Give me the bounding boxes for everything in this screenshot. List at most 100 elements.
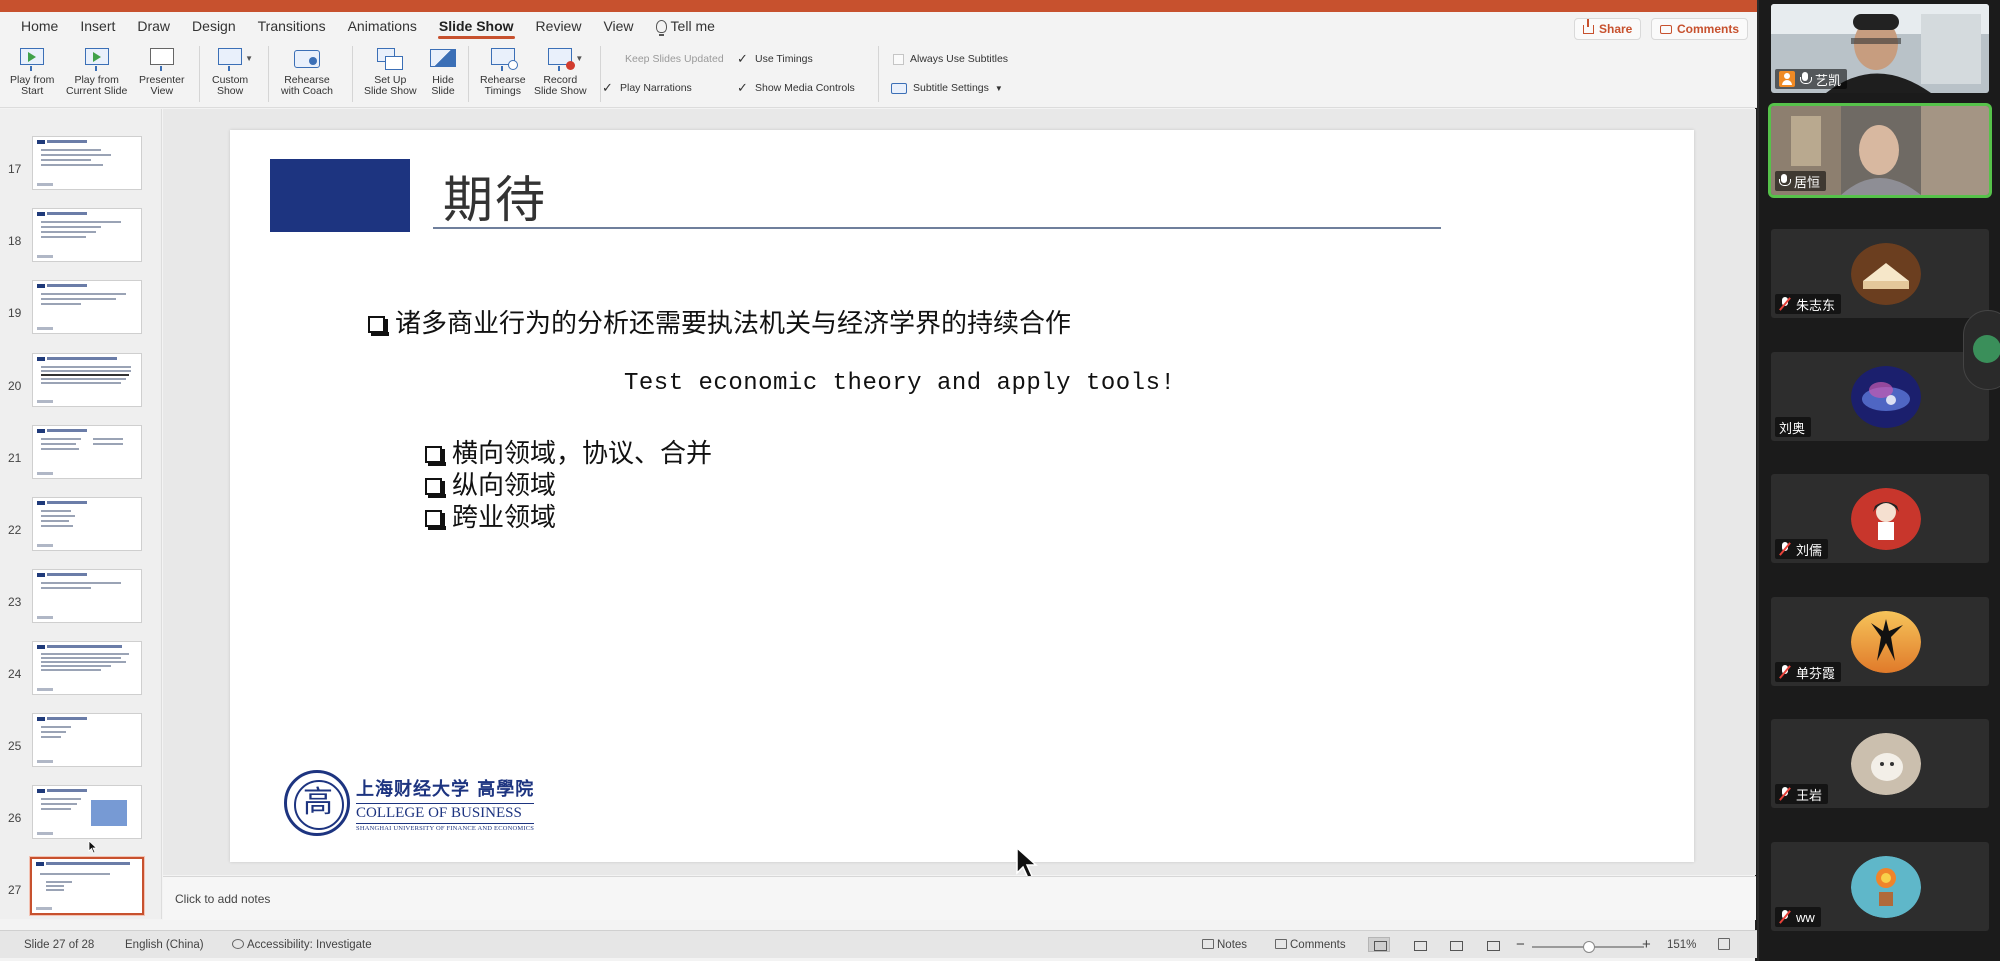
screen: Home Insert Draw Design Transitions Anim… [0,0,2000,961]
slide-thumbnail[interactable]: 25 [0,713,161,785]
participant-name-tag: 刘奥 [1775,417,1812,437]
participant-tile-speaking[interactable]: 居恒 [1771,106,1989,195]
slide-title[interactable]: 期待 [443,160,547,232]
thumbnail-image [32,713,142,767]
tab-insert[interactable]: Insert [69,12,126,40]
subtitle-settings-button[interactable]: Subtitle Settings ▼ [891,82,1003,94]
normal-view-button[interactable] [1368,937,1390,952]
ribbon-separator [268,46,269,102]
record-show-button[interactable]: ▼ Record Slide Show [534,46,587,97]
participant-tile[interactable]: ww [1771,842,1989,931]
slide-show-view-button[interactable] [1481,937,1503,952]
participant-tile[interactable]: 刘奥 [1771,352,1989,441]
slide-test-line[interactable]: Test economic theory and apply tools! [624,370,1175,397]
checkmark-icon [602,82,614,94]
tab-view[interactable]: View [592,12,644,40]
play-from-start-button[interactable]: Play from Start [10,46,54,97]
show-media-controls-checkbox[interactable]: Show Media Controls [737,82,855,95]
play-screen-icon [17,46,47,72]
slide-thumbnail[interactable]: 23 [0,569,161,641]
thumbnail-image [32,280,142,334]
share-button[interactable]: Share [1574,18,1642,40]
slide-thumbnails-pane[interactable]: 17 18 19 20 21 22 23 24 25 26 27 [0,109,162,919]
play-narrations-checkbox[interactable]: Play Narrations [602,82,692,95]
thumbnail-number: 20 [8,379,22,393]
notes-placeholder[interactable]: Click to add notes [175,892,270,906]
tab-design[interactable]: Design [181,12,247,40]
setup-show-button[interactable]: Set Up Slide Show [364,46,417,97]
zoom-level[interactable]: 151% [1667,939,1696,951]
logo-english-name: COLLEGE OF BUSINESS [356,802,535,824]
logo-chinese-name: 上海财经大学 高學院 [356,778,535,800]
zoom-in-button[interactable]: + [1642,936,1651,953]
notes-pane[interactable]: Click to add notes [163,876,1756,920]
tell-me-search[interactable]: Tell me [645,12,726,40]
rehearse-coach-label: Rehearse with Coach [281,74,333,97]
participant-name-tag: 王岩 [1775,784,1829,804]
zoom-out-button[interactable]: − [1516,936,1525,953]
participant-tile[interactable]: 刘儒 [1771,474,1989,563]
participant-tile[interactable]: 艺凯 [1771,4,1989,93]
tab-animations[interactable]: Animations [337,12,428,40]
notes-toggle[interactable]: Notes [1202,939,1247,951]
notes-icon [1202,939,1214,949]
play-from-current-button[interactable]: Play from Current Slide [66,46,127,97]
slide-thumbnail[interactable]: 20 [0,353,161,425]
tab-draw[interactable]: Draw [126,12,181,40]
hide-slide-icon [428,46,458,72]
zoom-slider-thumb[interactable] [1582,941,1595,953]
presenter-view-label: Presenter View [139,74,185,97]
use-timings-checkbox[interactable]: Use Timings [737,53,813,66]
slide-sorter-view-button[interactable] [1408,937,1430,952]
thumbnail-number: 26 [8,811,22,825]
small-pointer-icon [88,840,98,854]
ribbon: Play from Start Play from Current Slide Pr… [0,40,1757,108]
tab-transitions[interactable]: Transitions [247,12,337,40]
slide-thumbnail[interactable]: 18 [0,208,161,280]
fit-to-window-button[interactable] [1718,938,1733,952]
participant-tile[interactable]: 朱志东 [1771,229,1989,318]
zoom-slider[interactable] [1532,941,1644,953]
comments-button[interactable]: Comments [1651,18,1749,40]
rehearse-timings-button[interactable]: Rehearse Timings [480,46,526,97]
custom-show-button[interactable]: ▼ Custom Show [212,46,253,97]
comments-toggle[interactable]: Comments [1275,939,1346,951]
slide-thumbnail-active[interactable]: 27 [0,857,161,919]
participant-tile[interactable]: 王岩 [1771,719,1989,808]
thumbnail-image [32,641,142,695]
slide-thumbnail[interactable]: 21 [0,425,161,497]
hide-slide-button[interactable]: Hide Slide [428,46,458,97]
square-bullet-icon [425,446,446,466]
thumbnail-number: 18 [8,234,22,248]
dancer-avatar-icon [1851,611,1921,673]
tab-review[interactable]: Review [525,12,593,40]
slide-sub-bullet[interactable]: 跨业领域 [425,497,556,534]
slide-thumbnail[interactable]: 26 [0,785,161,857]
participant-name-tag: 居恒 [1775,171,1827,191]
tab-slide-show[interactable]: Slide Show [428,12,525,40]
accessibility-button[interactable]: Accessibility: Investigate [232,939,372,951]
slide-thumbnail[interactable]: 19 [0,280,161,352]
slide-count: Slide 27 of 28 [24,939,95,951]
participant-tile[interactable]: 单芬霞 [1771,597,1989,686]
slide-bullet-main[interactable]: 诸多商业行为的分析还需要执法机关与经济学界的持续合作 [368,303,1071,340]
tab-home[interactable]: Home [10,12,69,40]
presenter-view-button[interactable]: Presenter View [139,46,185,97]
floating-chat-button[interactable] [1963,310,2000,390]
thumbnail-image [32,208,142,262]
keep-slides-updated-checkbox[interactable]: Keep Slides Updated [608,53,724,65]
current-slide[interactable]: 期待 诸多商业行为的分析还需要执法机关与经济学界的持续合作 Test econo… [230,130,1694,862]
reading-view-button[interactable] [1444,937,1466,952]
logo-university-name: SHANGHAI UNIVERSITY OF FINANCE AND ECONO… [356,824,535,832]
rehearse-coach-button[interactable]: Rehearse with Coach [281,46,333,97]
title-strip [0,0,1757,12]
slide-thumbnail[interactable]: 22 [0,497,161,569]
slide-thumbnail[interactable]: 24 [0,641,161,713]
slide-thumbnail[interactable]: 17 [0,136,161,208]
status-bar: Slide 27 of 28 English (China) Accessibi… [0,930,1757,958]
keep-updated-label: Keep Slides Updated [625,53,724,65]
language-indicator[interactable]: English (China) [125,939,204,951]
animal-avatar-icon [1851,733,1921,795]
participants-panel: 艺凯 居恒 朱志东 刘奥 刘儒 单芬霞 王岩 ww [1759,0,2000,961]
always-subtitles-checkbox[interactable]: Always Use Subtitles [893,53,1008,65]
